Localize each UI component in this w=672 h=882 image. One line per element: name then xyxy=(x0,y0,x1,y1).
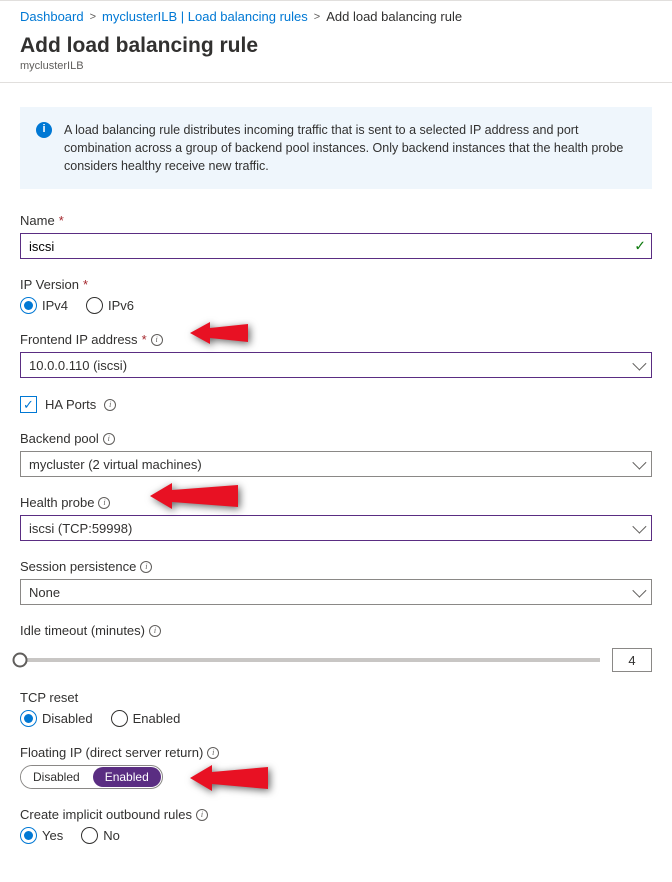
radio-ipv6[interactable]: IPv6 xyxy=(86,297,134,314)
info-text: A load balancing rule distributes incomi… xyxy=(64,121,636,175)
chevron-down-icon xyxy=(632,520,646,534)
radio-icon xyxy=(20,710,37,727)
breadcrumb: Dashboard > myclusterILB | Load balancin… xyxy=(0,0,672,30)
tcpreset-label: TCP reset xyxy=(20,690,652,705)
info-icon[interactable]: i xyxy=(207,747,219,759)
annotation-arrow-icon xyxy=(190,759,270,797)
name-label: Name* xyxy=(20,213,652,228)
radio-icon xyxy=(81,827,98,844)
radio-tcp-enabled[interactable]: Enabled xyxy=(111,710,181,727)
toggle-disabled[interactable]: Disabled xyxy=(21,766,92,788)
floating-toggle[interactable]: Disabled Enabled xyxy=(20,765,163,789)
name-input[interactable] xyxy=(20,233,652,259)
radio-icon xyxy=(86,297,103,314)
frontend-select[interactable]: 10.0.0.110 (iscsi) xyxy=(20,352,652,378)
title-block: Add load balancing rule myclusterILB xyxy=(0,30,672,83)
info-icon[interactable]: i xyxy=(104,399,116,411)
radio-outbound-yes[interactable]: Yes xyxy=(20,827,63,844)
page-subtitle: myclusterILB xyxy=(20,60,652,72)
floating-label: Floating IP (direct server return) i xyxy=(20,745,652,760)
radio-icon xyxy=(20,827,37,844)
ipversion-label: IP Version* xyxy=(20,277,652,292)
breadcrumb-dashboard[interactable]: Dashboard xyxy=(20,9,84,24)
radio-icon xyxy=(20,297,37,314)
frontend-label: Frontend IP address* i xyxy=(20,332,652,347)
haports-checkbox[interactable]: ✓ xyxy=(20,396,37,413)
chevron-right-icon: > xyxy=(314,11,320,23)
radio-tcp-disabled[interactable]: Disabled xyxy=(20,710,93,727)
breadcrumb-current: Add load balancing rule xyxy=(326,9,462,24)
info-banner: i A load balancing rule distributes inco… xyxy=(20,107,652,189)
idle-slider[interactable] xyxy=(20,658,600,662)
session-select[interactable]: None xyxy=(20,579,652,605)
toggle-enabled[interactable]: Enabled xyxy=(93,767,161,787)
chevron-down-icon xyxy=(632,456,646,470)
radio-icon xyxy=(111,710,128,727)
info-icon[interactable]: i xyxy=(196,809,208,821)
backend-select[interactable]: mycluster (2 virtual machines) xyxy=(20,451,652,477)
backend-label: Backend pool i xyxy=(20,431,652,446)
info-icon[interactable]: i xyxy=(140,561,152,573)
info-icon: i xyxy=(36,122,52,138)
idle-value[interactable]: 4 xyxy=(612,648,652,672)
healthprobe-label: Health probe i xyxy=(20,495,652,510)
breadcrumb-lb-rules[interactable]: myclusterILB | Load balancing rules xyxy=(102,9,308,24)
info-icon[interactable]: i xyxy=(149,625,161,637)
page-title: Add load balancing rule xyxy=(20,34,652,58)
slider-thumb[interactable] xyxy=(13,653,28,668)
chevron-right-icon: > xyxy=(90,11,96,23)
chevron-down-icon xyxy=(632,584,646,598)
idle-label: Idle timeout (minutes) i xyxy=(20,623,652,638)
info-icon[interactable]: i xyxy=(151,334,163,346)
session-label: Session persistence i xyxy=(20,559,652,574)
info-icon[interactable]: i xyxy=(98,497,110,509)
outbound-label: Create implicit outbound rules i xyxy=(20,807,652,822)
radio-ipv4[interactable]: IPv4 xyxy=(20,297,68,314)
info-icon[interactable]: i xyxy=(103,433,115,445)
radio-outbound-no[interactable]: No xyxy=(81,827,120,844)
chevron-down-icon xyxy=(632,357,646,371)
haports-label: HA Ports xyxy=(45,397,96,412)
healthprobe-select[interactable]: iscsi (TCP:59998) xyxy=(20,515,652,541)
